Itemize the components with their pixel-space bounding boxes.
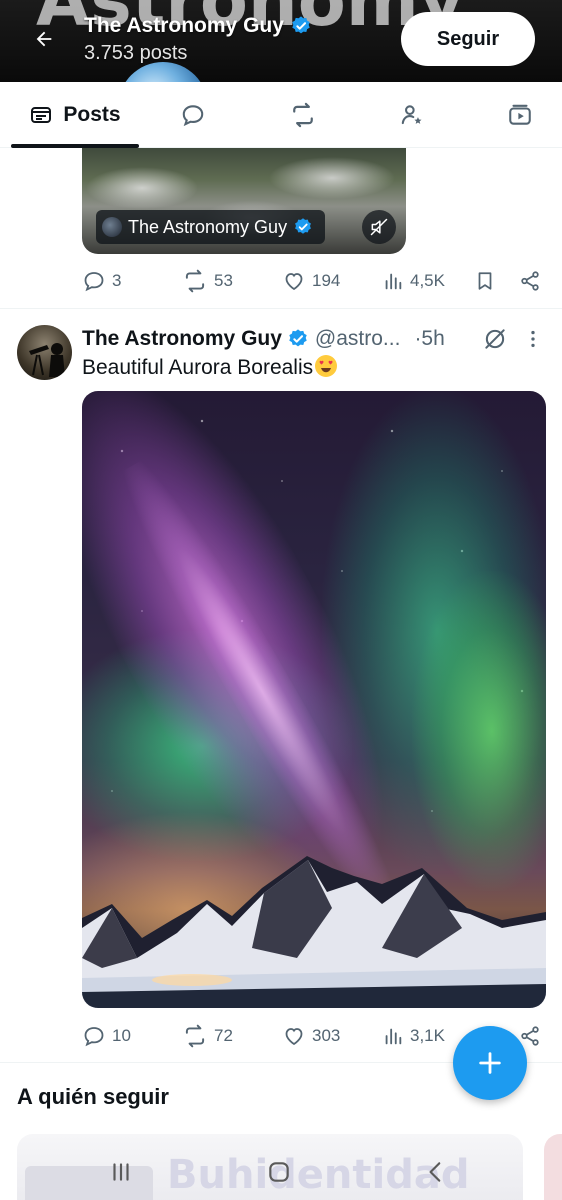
who-to-follow-heading: A quién seguir [17, 1084, 169, 1109]
post2-author-name[interactable]: The Astronomy Guy [82, 327, 282, 351]
reply-icon [84, 272, 104, 292]
reply-icon [84, 1027, 104, 1047]
post2-repost-count: 72 [214, 1026, 233, 1045]
grok-icon[interactable] [482, 326, 508, 352]
media-author-avatar [102, 217, 122, 237]
back-arrow-icon [36, 31, 52, 47]
media-author-name: The Astronomy Guy [128, 216, 288, 237]
back-button[interactable] [24, 22, 64, 56]
post2-author-avatar[interactable] [17, 325, 72, 380]
post1-video[interactable]: The Astronomy Guy [82, 148, 406, 254]
profile-header: Astronomy The Astronomy Guy 3.753 posts … [0, 0, 562, 82]
post2-like-button[interactable]: 303 [282, 1018, 340, 1054]
verified-badge-icon [289, 329, 307, 347]
telescope-silhouette-icon [29, 343, 65, 377]
post1-reply-button[interactable]: 3 [82, 263, 121, 299]
post2-text-body: Beautiful Aurora Borealis [82, 356, 314, 379]
follow-button[interactable]: Seguir [401, 12, 535, 66]
chevron-left-icon [429, 1162, 441, 1182]
post2-text: Beautiful Aurora Borealis [82, 355, 338, 380]
heart-icon [285, 273, 303, 291]
post1-view-count: 4,5K [410, 271, 445, 290]
header-title: The Astronomy Guy [84, 14, 284, 37]
back-nav-button[interactable] [416, 1152, 456, 1192]
post2-timestamp[interactable]: ·5h [414, 327, 444, 351]
recent-apps-icon [113, 1163, 129, 1181]
post1-bookmark-button[interactable] [474, 263, 496, 299]
bookmark-icon [478, 272, 492, 290]
media-author-chip[interactable]: The Astronomy Guy [96, 210, 326, 244]
post2-header: The Astronomy Guy @astro... ·5h [82, 324, 552, 354]
header-post-count: 3.753 posts [84, 42, 188, 64]
post2-views-button[interactable]: 3,1K [382, 1018, 445, 1054]
replies-icon [182, 105, 204, 127]
profile-tabs: Posts [0, 82, 562, 148]
compose-post-button[interactable] [453, 1026, 527, 1100]
views-chart-icon [385, 273, 402, 290]
post2-author-handle[interactable]: @astro... [315, 327, 401, 351]
home-button[interactable] [259, 1152, 299, 1192]
post1-share-button[interactable] [519, 263, 541, 299]
tab-posts-label: Posts [63, 103, 121, 126]
tab-highlights[interactable] [387, 82, 437, 148]
post1-reply-count: 3 [112, 271, 122, 290]
post-divider [0, 308, 562, 309]
post1-views-button[interactable]: 4,5K [382, 263, 445, 299]
post2-reply-count: 10 [112, 1026, 131, 1045]
tab-replies[interactable] [168, 82, 218, 148]
post2-view-count: 3,1K [410, 1026, 445, 1045]
verified-badge-icon [292, 16, 310, 34]
post1-repost-count: 53 [214, 271, 233, 290]
repost-icon [185, 1024, 205, 1048]
plus-icon [479, 1052, 501, 1074]
post2-like-count: 303 [312, 1026, 341, 1045]
tab-reposts[interactable] [278, 82, 328, 148]
recent-apps-button[interactable] [101, 1152, 141, 1192]
mountain-range-graphic [82, 856, 546, 1008]
repost-icon [293, 102, 313, 128]
home-icon [269, 1162, 289, 1182]
mute-button[interactable] [362, 210, 396, 244]
share-icon [521, 271, 539, 291]
system-navigation-bar [0, 1144, 562, 1200]
post1-actions: 3 53 194 4,5K [82, 263, 546, 299]
post1-like-button[interactable]: 194 [282, 263, 340, 299]
post2-image-aurora[interactable] [82, 391, 546, 1008]
share-icon [521, 1026, 539, 1046]
more-options-icon[interactable] [522, 328, 544, 350]
repost-icon [185, 269, 205, 293]
header-banner-earth [118, 62, 208, 82]
tab-media[interactable] [495, 82, 545, 148]
media-icon [509, 104, 531, 125]
views-chart-icon [385, 1028, 402, 1045]
posts-icon [31, 107, 52, 123]
highlights-icon [401, 105, 422, 125]
header-title-block: The Astronomy Guy 3.753 posts [84, 14, 312, 65]
post1-repost-button[interactable]: 53 [182, 263, 233, 299]
tab-posts[interactable]: Posts [11, 82, 139, 148]
heart-eyes-emoji-icon [315, 355, 338, 377]
post2-repost-button[interactable]: 72 [182, 1018, 233, 1054]
heart-icon [285, 1028, 303, 1046]
post1-like-count: 194 [312, 271, 341, 290]
verified-badge-icon [295, 218, 311, 234]
post2-reply-button[interactable]: 10 [82, 1018, 131, 1054]
muted-speaker-icon [370, 218, 388, 236]
